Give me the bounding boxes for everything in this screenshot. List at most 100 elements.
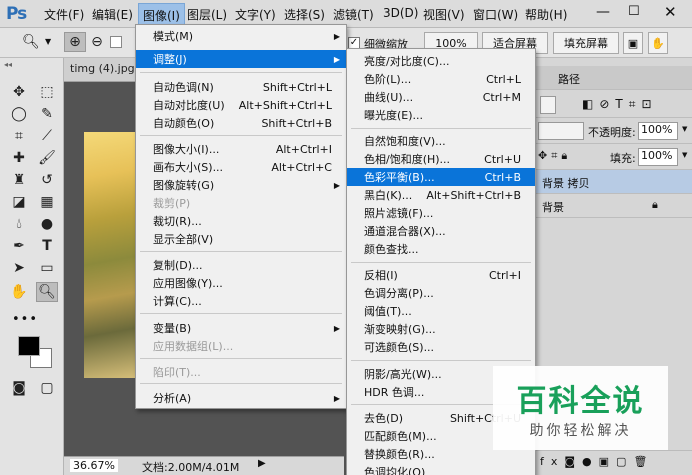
blur-tool-icon[interactable]: 💧︎ xyxy=(8,214,30,234)
rectangle-tool-icon[interactable]: ▭ xyxy=(36,258,58,278)
image-menu-item-analysis[interactable]: 分析(A) ▶ xyxy=(136,389,346,407)
maximize-icon[interactable]: ☐ xyxy=(628,4,640,19)
eraser-tool-icon[interactable]: ◪ xyxy=(8,192,30,212)
zoom-in-icon[interactable]: ⊕ xyxy=(64,32,86,52)
panel-toggle-icon[interactable]: ▣ xyxy=(623,32,643,54)
zoom-tool-sel-icon[interactable]: 🔍︎ xyxy=(36,282,58,302)
menu-view[interactable]: 视图(V) xyxy=(423,6,465,23)
dodge-tool-icon[interactable]: ● xyxy=(36,214,58,234)
watermark: 百科全说 助你轻松解决 xyxy=(493,366,668,450)
history-brush-tool-icon[interactable]: ↺ xyxy=(36,170,58,190)
tab-paths[interactable]: 路径 xyxy=(558,71,580,87)
crop-tool-icon[interactable]: ⌗ xyxy=(8,126,30,146)
screen-mode-icon[interactable]: ▢ xyxy=(36,378,58,398)
pen-tool-icon[interactable]: ✒ xyxy=(8,236,30,256)
menu-layer[interactable]: 图层(L) xyxy=(187,6,227,23)
image-menu-item-auto-tone[interactable]: 自动色调(N) Shift+Ctrl+L xyxy=(136,78,346,96)
image-menu-item-mode[interactable]: 模式(M) ▶ xyxy=(136,27,346,45)
adjust-item-black-white[interactable]: 黑白(K)... Alt+Shift+Ctrl+B xyxy=(347,186,535,204)
resize-windows-checkbox[interactable] xyxy=(110,36,122,48)
zoom-level[interactable]: 36.67% xyxy=(70,459,118,472)
menu-edit[interactable]: 编辑(E) xyxy=(92,6,133,23)
image-menu-item-auto-color[interactable]: 自动颜色(O) Shift+Ctrl+B xyxy=(136,114,346,132)
image-menu-item-duplicate[interactable]: 复制(D)... xyxy=(136,256,346,274)
move-tool-icon[interactable]: ✥ xyxy=(8,82,30,102)
fill-input[interactable]: 100% xyxy=(638,148,678,166)
image-menu-item-rotation[interactable]: 图像旋转(G) ▶ xyxy=(136,176,346,194)
menu-help[interactable]: 帮助(H) xyxy=(525,6,567,23)
hand-icon[interactable]: ✋ xyxy=(648,32,668,54)
zoom-tool-icon[interactable]: 🔍︎ xyxy=(22,34,40,50)
document-tab[interactable]: timg (4).jpg xyxy=(70,62,135,75)
image-menu-item-auto-contrast[interactable]: 自动对比度(U) Alt+Shift+Ctrl+L xyxy=(136,96,346,114)
adjust-item-invert[interactable]: 反相(I) Ctrl+I xyxy=(347,266,535,284)
chevron-right-icon[interactable]: ▶ xyxy=(258,458,266,469)
healing-brush-tool-icon[interactable]: ✚ xyxy=(8,148,30,168)
chevron-down-icon[interactable]: ▼ xyxy=(45,37,51,46)
adjust-item-color-lookup[interactable]: 颜色查找... xyxy=(347,240,535,258)
chevron-down-icon[interactable]: ▼ xyxy=(682,151,687,159)
adjust-item-posterize[interactable]: 色调分离(P)... xyxy=(347,284,535,302)
image-menu-item-calculations[interactable]: 计算(C)... xyxy=(136,292,346,310)
collapse-icon[interactable]: ◂◂ xyxy=(4,60,12,69)
chevron-down-icon[interactable]: ▼ xyxy=(682,125,687,133)
adjust-item-curves[interactable]: 曲线(U)... Ctrl+M xyxy=(347,88,535,106)
image-menu: 模式(M) ▶ 调整(J) ▶ 自动色调(N) Shift+Ctrl+L 自动对比度(… xyxy=(135,24,347,409)
adjust-item-gradient-map[interactable]: 渐变映射(G)... xyxy=(347,320,535,338)
path-select-tool-icon[interactable]: ➤ xyxy=(8,258,30,278)
image-menu-item-reveal-all[interactable]: 显示全部(V) xyxy=(136,230,346,248)
adjust-item-color-balance[interactable]: 色彩平衡(B)... Ctrl+B xyxy=(347,168,535,186)
quick-select-tool-icon[interactable]: ✎ xyxy=(36,104,58,124)
type-tool-icon[interactable]: T xyxy=(36,236,58,256)
lock-icons[interactable]: ✥⌗🔒︎ xyxy=(538,149,571,163)
image-menu-item-apply-image[interactable]: 应用图像(Y)... xyxy=(136,274,346,292)
watermark-subtitle: 助你轻松解决 xyxy=(529,423,632,439)
layer-panel-footer-icons[interactable]: fx◙●▣▢🗑︎ xyxy=(536,450,692,472)
adjust-item-exposure[interactable]: 曝光度(E)... xyxy=(347,106,535,124)
marquee-tool-icon[interactable]: ⬚ xyxy=(36,82,58,102)
opacity-input[interactable]: 100% xyxy=(638,122,678,140)
layer-filter-icons[interactable]: ◧⊘T⌗⊡ xyxy=(582,97,658,112)
brush-tool-icon[interactable]: 🖌︎ xyxy=(36,148,58,168)
adjust-item-photo-filter[interactable]: 照片滤镜(F)... xyxy=(347,204,535,222)
adjust-item-vibrance[interactable]: 自然饱和度(V)... xyxy=(347,132,535,150)
image-menu-item-crop: 裁剪(P) xyxy=(153,197,191,210)
quick-mask-icon[interactable]: ◙ xyxy=(8,378,30,398)
image-menu-item-variables[interactable]: 变量(B) ▶ xyxy=(136,319,346,337)
eyedropper-tool-icon[interactable]: ⟋ xyxy=(36,126,58,146)
gradient-tool-icon[interactable]: ▦ xyxy=(36,192,58,212)
image-menu-item-image-size[interactable]: 图像大小(I)... Alt+Ctrl+I xyxy=(136,140,346,158)
adjust-item-threshold[interactable]: 阈值(T)... xyxy=(347,302,535,320)
menu-filter[interactable]: 滤镜(T) xyxy=(333,6,374,23)
layer-row[interactable]: 背景 拷贝 xyxy=(536,170,692,194)
menu-select[interactable]: 选择(S) xyxy=(284,6,325,23)
menu-window[interactable]: 窗口(W) xyxy=(473,6,518,23)
adjust-item-levels[interactable]: 色阶(L)... Ctrl+L xyxy=(347,70,535,88)
menu-3d[interactable]: 3D(D) xyxy=(383,6,418,20)
adjust-item-channel-mixer[interactable]: 通道混合器(X)... xyxy=(347,222,535,240)
minimize-icon[interactable]: — xyxy=(596,4,610,20)
more-tools-icon[interactable]: ••• xyxy=(12,312,38,327)
fill-screen-button[interactable]: 填充屏幕 xyxy=(553,32,619,54)
zoom-out-icon[interactable]: ⊖ xyxy=(86,32,108,52)
menu-file[interactable]: 文件(F) xyxy=(44,6,84,23)
clone-stamp-tool-icon[interactable]: ♜ xyxy=(8,170,30,190)
adjust-item-brightness[interactable]: 亮度/对比度(C)... xyxy=(347,52,535,70)
close-icon[interactable]: ✕ xyxy=(664,3,677,21)
adjust-item-hue-saturation[interactable]: 色相/饱和度(H)... Ctrl+U xyxy=(347,150,535,168)
layer-name: 背景 xyxy=(542,201,564,214)
fill-label: 填充: xyxy=(610,152,636,165)
hand-tool-icon[interactable]: ✋ xyxy=(8,282,30,302)
image-menu-item-adjust[interactable]: 调整(J) ▶ xyxy=(136,50,346,68)
image-menu-item-canvas-size[interactable]: 画布大小(S)... Alt+Ctrl+C xyxy=(136,158,346,176)
menu-type[interactable]: 文字(Y) xyxy=(235,6,276,23)
lasso-tool-icon[interactable]: ◯ xyxy=(8,104,30,124)
adjust-item-selective-color[interactable]: 可选颜色(S)... xyxy=(347,338,535,356)
filter-kind-select[interactable] xyxy=(540,96,556,114)
doc-info[interactable]: 文档:2.00M/4.01M xyxy=(142,459,239,475)
image-menu-item-trim[interactable]: 裁切(R)... xyxy=(136,212,346,230)
ps-logo: Ps xyxy=(6,4,27,24)
blend-mode-select[interactable] xyxy=(538,122,584,140)
adjust-item-equalize[interactable]: 色调均化(Q) xyxy=(347,463,535,475)
layer-row[interactable]: 背景 🔒︎ xyxy=(536,194,692,218)
